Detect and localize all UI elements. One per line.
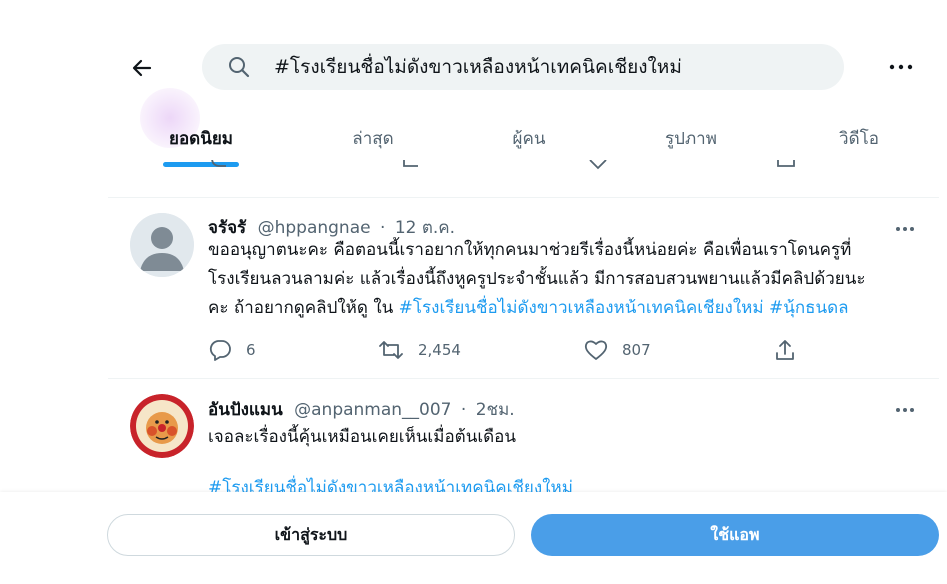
reply-icon xyxy=(209,340,231,361)
more-icon xyxy=(889,64,913,70)
timestamp[interactable]: 2ชม. xyxy=(476,400,515,420)
tweet-text: เจอละเรื่องนี้คุ้นเหมือนเคยเห็นเมื่อต้นเ… xyxy=(208,423,918,492)
tweet-text: ขออนุญาตนะคะ คือตอนนี้เราอยากให้ทุกคนมาช… xyxy=(208,240,866,318)
more-icon xyxy=(896,227,914,231)
tweet-item[interactable]: จรัจรั @hppangnae · 12 ต.ค. ขออนุญาตนะคะ… xyxy=(0,198,947,378)
default-avatar-icon xyxy=(130,213,194,277)
retweet-icon xyxy=(379,341,403,359)
search-input[interactable]: #โรงเรียนชื่อไม่ดังขาวเหลืองหน้าเทคนิคเช… xyxy=(274,52,682,82)
more-icon xyxy=(896,408,914,412)
display-name[interactable]: อันปังแมน xyxy=(208,400,283,420)
back-button[interactable] xyxy=(124,50,160,86)
login-button[interactable]: เข้าสู่ระบบ xyxy=(107,514,515,556)
reply-icon xyxy=(211,160,226,167)
like-icon xyxy=(589,160,607,170)
use-app-button[interactable]: ใช้แอพ xyxy=(531,514,939,556)
avatar[interactable] xyxy=(130,394,194,458)
tab-photos[interactable]: รูปภาพ xyxy=(640,110,742,166)
top-bar: #โรงเรียนชื่อไม่ดังขาวเหลืองหน้าเทคนิคเช… xyxy=(0,0,947,148)
bottom-bar: เข้าสู่ระบบ ใช้แอพ xyxy=(0,492,947,584)
tweet-more-button[interactable] xyxy=(890,399,920,421)
retweet-button[interactable]: 2,454 xyxy=(378,335,461,365)
tweet-item[interactable]: อันปังแมน @anpanman__007 · 2ชม. เจอละเรื… xyxy=(0,379,947,492)
hashtag-link[interactable]: #โรงเรียนชื่อไม่ดังขาวเหลืองหน้าเทคนิคเช… xyxy=(399,298,764,318)
share-button[interactable] xyxy=(774,335,796,365)
hashtag-link[interactable]: #โรงเรียนชื่อไม่ดังขาวเหลืองหน้าเทคนิคเช… xyxy=(208,478,573,492)
handle[interactable]: @hppangnae xyxy=(258,218,371,238)
previous-tweet-actions xyxy=(0,160,947,180)
more-options-button[interactable] xyxy=(883,52,919,82)
tab-top[interactable]: ยอดนิยม xyxy=(150,110,252,166)
retweet-icon xyxy=(403,160,418,167)
tab-videos[interactable]: วิดีโอ xyxy=(808,110,910,166)
avatar[interactable] xyxy=(130,213,194,277)
share-icon xyxy=(777,160,795,167)
display-name[interactable]: จรัจรั xyxy=(208,218,246,238)
tab-people[interactable]: ผู้คน xyxy=(478,110,580,166)
like-icon xyxy=(584,340,608,360)
anpanman-avatar-icon xyxy=(130,394,194,458)
like-button[interactable]: 807 xyxy=(584,335,651,365)
hashtag-link[interactable]: #นุ้กธนดล xyxy=(769,298,849,318)
reply-button[interactable]: 6 xyxy=(208,335,256,365)
search-icon xyxy=(226,54,252,80)
back-arrow-icon xyxy=(132,59,152,77)
search-bar[interactable]: #โรงเรียนชื่อไม่ดังขาวเหลืองหน้าเทคนิคเช… xyxy=(202,44,844,90)
tweet-header: อันปังแมน @anpanman__007 · 2ชม. xyxy=(208,400,515,420)
share-icon xyxy=(776,340,794,360)
tweet-actions: 6 2,454 807 xyxy=(208,335,908,365)
timestamp[interactable]: 12 ต.ค. xyxy=(395,218,455,238)
handle[interactable]: @anpanman__007 xyxy=(294,400,451,420)
tab-latest[interactable]: ล่าสุด xyxy=(322,110,424,166)
